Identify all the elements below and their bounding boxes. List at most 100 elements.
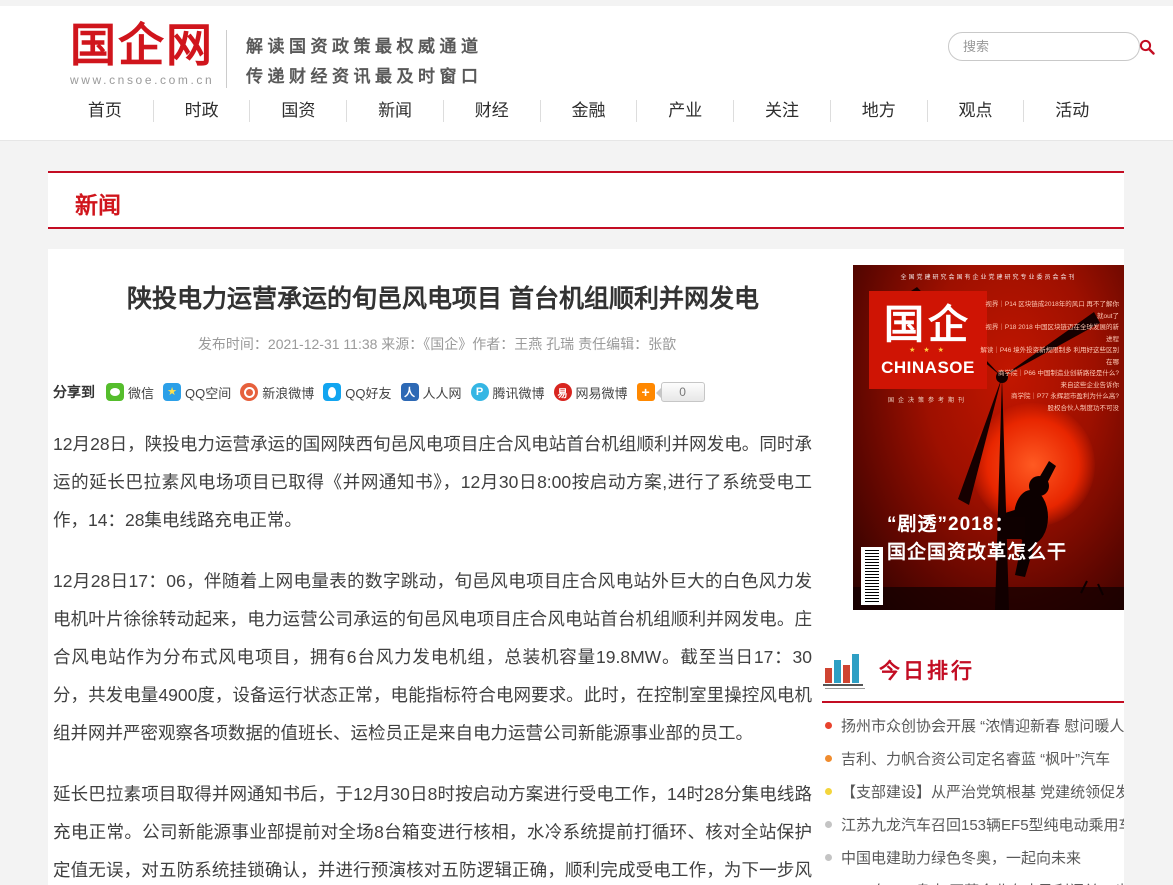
cover-toc-line: 来自这些企业告诉你 xyxy=(979,380,1119,392)
nav-item[interactable]: 关注 xyxy=(733,100,830,122)
cover-logo-subtitle: 国企决策参考期刊 xyxy=(869,395,987,404)
site-logo-url: www.cnsoe.com.cn xyxy=(70,73,214,87)
tagline-line1: 解读国资政策最权威通道 xyxy=(246,32,483,62)
share-item-label: 网易微博 xyxy=(576,383,628,402)
nav-item[interactable]: 首页 xyxy=(57,100,153,122)
article-paragraph: 延长巴拉素项目取得并网通知书后，于12月30日8时按启动方案进行受电工作，14时… xyxy=(53,775,812,885)
article-title: 陕投电力运营承运的旬邑风电项目 首台机组顺利并网发电 xyxy=(74,283,812,315)
share-item[interactable]: QQ好友 xyxy=(323,383,391,402)
share-item-label: QQ好友 xyxy=(345,383,391,402)
site-logo-text: 国企网 xyxy=(70,20,214,70)
more-share-icon[interactable]: + xyxy=(637,383,655,401)
main-nav: 首页时政国资新闻财经金融产业关注地方观点活动 xyxy=(57,100,1120,122)
cover-logo-cn: 国企 xyxy=(884,303,972,347)
cover-logo: 国企 ★ ★ ★ CHINASOE xyxy=(869,291,987,389)
article-meta: 发布时间：2021-12-31 11:38 来源：《国企》作者：王燕 孔瑞 责任… xyxy=(48,334,826,354)
nav-item[interactable]: 国资 xyxy=(249,100,346,122)
section-band: 新闻 xyxy=(48,171,1124,229)
share-list: 微信 QQ空间 新浪微博 QQ好友 人人网 xyxy=(106,383,637,402)
bar-chart-icon xyxy=(823,653,865,689)
article-paragraph: 12月28日，陕投电力运营承运的国网陕西旬邑风电项目庄合风电站首台机组顺利并网发… xyxy=(53,425,812,539)
nav-item[interactable]: 活动 xyxy=(1023,100,1120,122)
nav-item[interactable]: 新闻 xyxy=(346,100,443,122)
nav-item[interactable]: 财经 xyxy=(443,100,540,122)
site-header: 国企网 www.cnsoe.com.cn 解读国资政策最权威通道 传递财经资讯最… xyxy=(0,6,1173,141)
share-count-badge[interactable]: 0 xyxy=(661,382,705,402)
share-item[interactable]: 腾讯微博 xyxy=(471,383,545,402)
rank-bullet-icon xyxy=(825,755,832,762)
ranking-item-text: 扬州市众创协会开展 “浓情迎新春 慰问暖人 xyxy=(841,715,1124,736)
search-input[interactable] xyxy=(963,39,1139,54)
ranking-item-text: 2021年IPO盘点|医药企业有未盈利闯关，也 xyxy=(841,880,1124,885)
ranking-rule xyxy=(822,701,1124,703)
barcode xyxy=(861,547,883,605)
ranking-item[interactable]: 中国电建助力绿色冬奥，一起向未来 xyxy=(825,841,1124,874)
ranking-item[interactable]: 【支部建设】从严治党筑根基 党建统领促发 xyxy=(825,775,1124,808)
article: 陕投电力运营承运的旬邑风电项目 首台机组顺利并网发电 发布时间：2021-12-… xyxy=(48,249,826,885)
ranking-item[interactable]: 江苏九龙汽车召回153辆EF5型纯电动乘用车 xyxy=(825,808,1124,841)
tagline-line2: 传递财经资讯最及时窗口 xyxy=(246,62,483,92)
ranking-item-text: 中国电建助力绿色冬奥，一起向未来 xyxy=(841,847,1081,868)
article-body: 12月28日，陕投电力运营承运的国网陕西旬邑风电项目庄合风电站首台机组顺利并网发… xyxy=(53,425,812,885)
cover-toc: 视界｜P14 区块链成2018年的风口 再不了解你就out了视界｜P18 201… xyxy=(979,299,1119,414)
nav-item[interactable]: 观点 xyxy=(927,100,1024,122)
rank-bullet-icon xyxy=(825,722,832,729)
sidebar: 全国党建研究会国有企业党建研究专业委员会会刊 国企 ★ ★ ★ xyxy=(820,249,1124,885)
netease-icon xyxy=(554,383,572,401)
qq-icon xyxy=(323,383,341,401)
share-item-label: 新浪微博 xyxy=(262,383,314,402)
ranking-item-text: 【支部建设】从严治党筑根基 党建统领促发 xyxy=(841,781,1124,802)
cover-toc-line: 股权合伙人制度功不可没 xyxy=(979,403,1119,415)
cover-headline-line2: 国企国资改革怎么干 xyxy=(887,539,1112,567)
rank-bullet-icon xyxy=(825,854,832,861)
header-divider xyxy=(226,30,227,88)
cover-logo-en: CHINASOE xyxy=(881,358,975,378)
ranking-item[interactable]: 吉利、力帆合资公司定名睿蓝 “枫叶”汽车 xyxy=(825,742,1124,775)
ranking-item-text: 江苏九龙汽车召回153辆EF5型纯电动乘用车 xyxy=(841,814,1124,835)
weibo-icon xyxy=(240,383,258,401)
rank-bullet-icon xyxy=(825,821,832,828)
share-row: 分享到 微信 QQ空间 新浪微博 QQ好友 xyxy=(53,382,826,402)
cover-toc-line: 视界｜P18 2018 中国区块链迈在全球发展的新进程 xyxy=(979,322,1119,345)
section-title: 新闻 xyxy=(75,186,1124,220)
site-logo[interactable]: 国企网 www.cnsoe.com.cn xyxy=(70,20,214,87)
share-item-label: 微信 xyxy=(128,383,154,402)
magazine-cover[interactable]: 全国党建研究会国有企业党建研究专业委员会会刊 国企 ★ ★ ★ xyxy=(853,265,1124,610)
cover-logo-stars-icon: ★ ★ ★ xyxy=(909,347,947,355)
share-item[interactable]: 微信 xyxy=(106,383,154,402)
search-box[interactable] xyxy=(948,32,1140,61)
rank-bullet-icon xyxy=(825,788,832,795)
ranking-title: 今日排行 xyxy=(879,655,975,689)
share-item[interactable]: 网易微博 xyxy=(554,383,628,402)
content-box: 陕投电力运营承运的旬邑风电项目 首台机组顺利并网发电 发布时间：2021-12-… xyxy=(48,249,1124,885)
share-item[interactable]: 新浪微博 xyxy=(240,383,314,402)
nav-item[interactable]: 地方 xyxy=(830,100,927,122)
ranking-item[interactable]: 扬州市众创协会开展 “浓情迎新春 慰问暖人 xyxy=(825,709,1124,742)
ranking-item[interactable]: 2021年IPO盘点|医药企业有未盈利闯关，也 xyxy=(825,874,1124,885)
ranking-header: 今日排行 xyxy=(823,653,975,689)
cover-headline: “剧透”2018： 国企国资改革怎么干 xyxy=(887,511,1112,567)
search-icon[interactable] xyxy=(1139,39,1155,55)
share-item[interactable]: 人人网 xyxy=(401,383,462,402)
nav-item[interactable]: 时政 xyxy=(153,100,250,122)
ranking-list: 扬州市众创协会开展 “浓情迎新春 慰问暖人 吉利、力帆合资公司定名睿蓝 “枫叶”… xyxy=(825,709,1124,885)
cover-headline-line1: “剧透”2018： xyxy=(887,511,1112,539)
cover-toc-line: 视界｜P14 区块链成2018年的风口 再不了解你就out了 xyxy=(979,299,1119,322)
cover-toc-line: 商学院｜P77 永辉超市盈利为什么高? xyxy=(979,391,1119,403)
renren-icon xyxy=(401,383,419,401)
cover-toc-line: 解读｜P46 境外投资新规限制多 利用好这些区别在哪 xyxy=(979,345,1119,368)
share-item-label: 人人网 xyxy=(423,383,462,402)
site-tagline: 解读国资政策最权威通道 传递财经资讯最及时窗口 xyxy=(246,32,483,92)
share-label: 分享到 xyxy=(53,382,95,402)
share-item[interactable]: QQ空间 xyxy=(163,383,231,402)
article-paragraph: 12月28日17：06，伴随着上网电量表的数字跳动，旬邑风电项目庄合风电站外巨大… xyxy=(53,562,812,752)
nav-item[interactable]: 产业 xyxy=(636,100,733,122)
ranking-item-text: 吉利、力帆合资公司定名睿蓝 “枫叶”汽车 xyxy=(841,748,1110,769)
nav-item[interactable]: 金融 xyxy=(540,100,637,122)
share-item-label: 腾讯微博 xyxy=(493,383,545,402)
qzone-icon xyxy=(163,383,181,401)
tqq-icon xyxy=(471,383,489,401)
cover-toc-line: 商学院｜P66 中国制造业创新路径是什么? xyxy=(979,368,1119,380)
share-item-label: QQ空间 xyxy=(185,383,231,402)
wechat-icon xyxy=(106,383,124,401)
